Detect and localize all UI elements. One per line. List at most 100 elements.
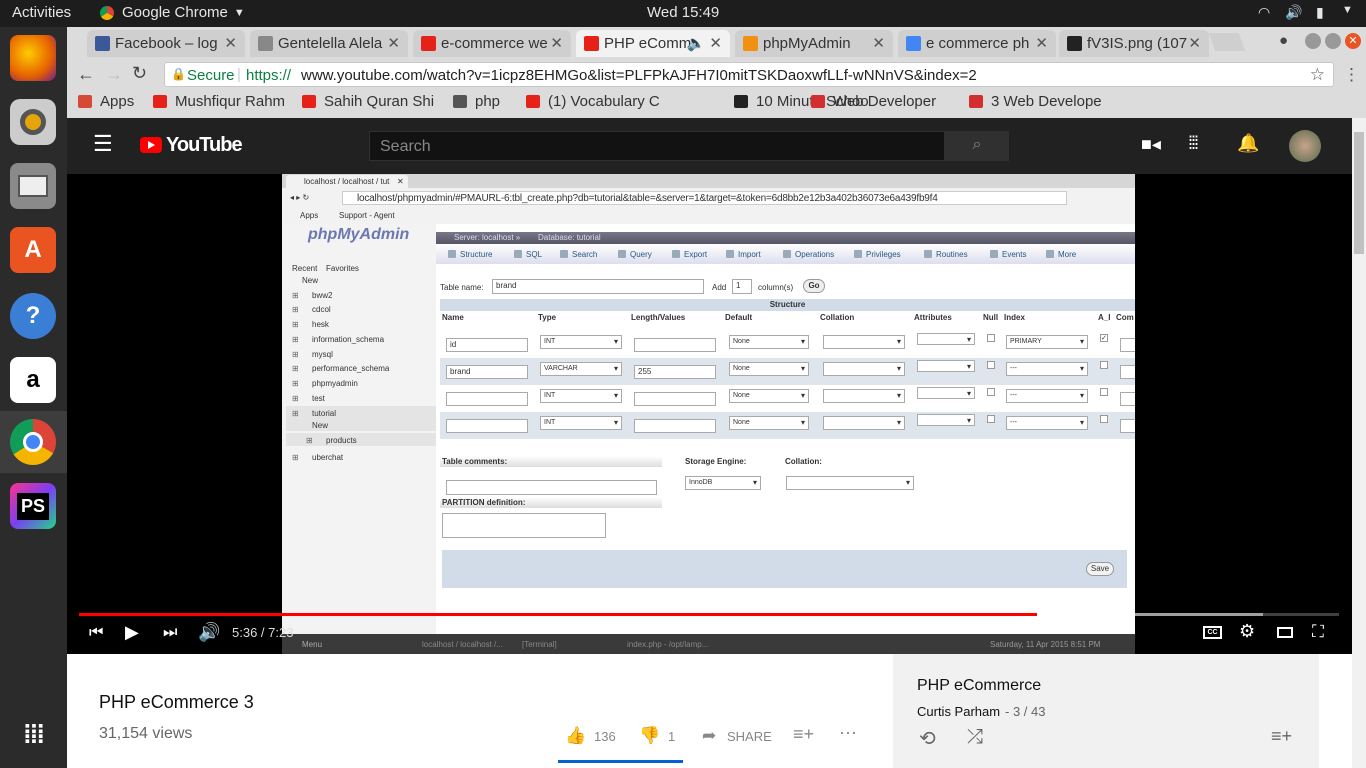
- pma-col-length-input[interactable]: [634, 419, 716, 433]
- search-button[interactable]: ⌕: [945, 131, 1009, 161]
- pma-menu-item[interactable]: Operations: [795, 250, 834, 259]
- chrome-menu-icon[interactable]: ⋮: [1343, 65, 1360, 85]
- pma-col-comment-input[interactable]: [1120, 365, 1135, 379]
- bookmark-2[interactable]: Sahih Quran Shi: [302, 93, 434, 110]
- theater-mode-icon[interactable]: [1277, 627, 1293, 638]
- bookmark-0[interactable]: Apps: [78, 93, 134, 110]
- playlist-author[interactable]: Curtis Parham: [917, 704, 1000, 719]
- pma-col-index-select[interactable]: ---: [1006, 389, 1088, 403]
- pma-null-checkbox[interactable]: [987, 388, 995, 396]
- bookmark-6[interactable]: Web Developer: [811, 93, 936, 110]
- add-to-playlist-icon[interactable]: ≡+: [793, 724, 814, 745]
- files-icon[interactable]: [10, 163, 56, 209]
- close-window-button[interactable]: ✕: [1345, 33, 1361, 49]
- pma-tree-item[interactable]: test: [312, 394, 325, 403]
- pma-tree-item[interactable]: uberchat: [312, 453, 343, 462]
- pma-engine-select[interactable]: InnoDB: [685, 476, 761, 490]
- tab-5[interactable]: e commerce ph ✕: [898, 30, 1056, 57]
- app-menu[interactable]: Google Chrome ▼: [100, 4, 245, 21]
- playlist-title[interactable]: PHP eCommerce: [917, 677, 1041, 695]
- tab-close-icon[interactable]: ✕: [224, 34, 237, 52]
- tab-close-icon[interactable]: 🔈 ✕: [687, 34, 722, 52]
- tab-close-icon[interactable]: ✕: [872, 34, 885, 52]
- pma-collation-select[interactable]: [786, 476, 914, 490]
- tab-4[interactable]: phpMyAdmin ✕: [735, 30, 893, 57]
- playlist-menu-icon[interactable]: ≡+: [1271, 726, 1292, 747]
- pma-tree-item[interactable]: information_schema: [312, 335, 384, 344]
- apps-grid-icon[interactable]: ⁞⁞⁞: [1188, 133, 1199, 154]
- pma-col-name-input[interactable]: id: [446, 338, 528, 352]
- profile-icon[interactable]: ●: [1279, 32, 1288, 49]
- captions-icon[interactable]: CC: [1203, 626, 1222, 639]
- firefox-icon[interactable]: [10, 35, 56, 81]
- pma-col-collation-select[interactable]: [823, 416, 905, 430]
- pma-tree-item[interactable]: New: [312, 421, 328, 430]
- pma-col-comment-input[interactable]: [1120, 419, 1135, 433]
- notifications-bell-icon[interactable]: 🔔: [1237, 133, 1259, 154]
- forward-icon[interactable]: →: [105, 64, 123, 85]
- pma-tree-item[interactable]: products: [326, 436, 357, 445]
- pma-col-length-input[interactable]: [634, 338, 716, 352]
- tab-close-icon[interactable]: ✕: [387, 34, 400, 52]
- pma-tree-expand-icon[interactable]: ⊞: [306, 436, 313, 445]
- tab-0[interactable]: Facebook – log ✕: [87, 30, 245, 57]
- bookmark-4[interactable]: (1) Vocabulary C: [526, 93, 660, 110]
- pma-col-attributes-select[interactable]: [917, 333, 975, 346]
- minimize-button[interactable]: [1305, 33, 1321, 49]
- show-apps-icon[interactable]: ⁞⁞⁞: [10, 711, 56, 757]
- pma-menu-item[interactable]: Export: [684, 250, 707, 259]
- share-icon[interactable]: ➦: [702, 726, 716, 746]
- avatar[interactable]: [1289, 130, 1321, 162]
- video-player[interactable]: localhost / localhost / tut ✕ ◂ ▸ ↻ loca…: [67, 174, 1352, 654]
- share-button[interactable]: SHARE: [727, 729, 772, 744]
- dislike-icon[interactable]: 👎: [639, 726, 660, 746]
- pma-ai-checkbox[interactable]: ✓: [1100, 334, 1108, 342]
- pma-table-comments-input[interactable]: [446, 480, 657, 495]
- pma-tree-expand-icon[interactable]: ⊞: [292, 453, 299, 462]
- pma-null-checkbox[interactable]: [987, 361, 995, 369]
- bookmark-star-icon[interactable]: ☆: [1310, 65, 1325, 85]
- pma-col-attributes-select[interactable]: [917, 414, 975, 427]
- pma-col-collation-select[interactable]: [823, 335, 905, 349]
- upload-video-icon[interactable]: ■◂: [1141, 134, 1161, 155]
- pma-col-comment-input[interactable]: [1120, 392, 1135, 406]
- help-icon[interactable]: ?: [10, 293, 56, 339]
- play-icon[interactable]: ▶: [125, 622, 139, 643]
- software-center-icon[interactable]: A: [10, 227, 56, 273]
- fullscreen-icon[interactable]: ⛶: [1312, 622, 1324, 642]
- pma-col-name-input[interactable]: brand: [446, 365, 528, 379]
- pma-tree-expand-icon[interactable]: ⊞: [292, 320, 299, 329]
- pma-tree-expand-icon[interactable]: ⊞: [292, 364, 299, 373]
- pma-menu-item[interactable]: Structure: [460, 250, 492, 259]
- clock[interactable]: Wed 15:49: [647, 4, 719, 21]
- bookmark-1[interactable]: Mushfiqur Rahm: [153, 93, 285, 110]
- tab-1[interactable]: Gentelella Alela ✕: [250, 30, 408, 57]
- back-icon[interactable]: ←: [77, 64, 95, 85]
- pma-save-button[interactable]: Save: [1086, 562, 1114, 576]
- tab-2[interactable]: e-commerce we ✕: [413, 30, 571, 57]
- pma-tree-expand-icon[interactable]: ⊞: [292, 379, 299, 388]
- pma-col-type-select[interactable]: VARCHAR: [540, 362, 622, 376]
- pma-col-collation-select[interactable]: [823, 362, 905, 376]
- pma-tree-item[interactable]: hesk: [312, 320, 329, 329]
- pma-col-type-select[interactable]: INT: [540, 389, 622, 403]
- pma-go-button[interactable]: Go: [803, 279, 825, 293]
- pma-null-checkbox[interactable]: [987, 415, 995, 423]
- pma-menu-item[interactable]: Query: [630, 250, 652, 259]
- pma-col-index-select[interactable]: PRIMARY: [1006, 335, 1088, 349]
- pma-menu-item[interactable]: Import: [738, 250, 761, 259]
- pma-col-attributes-select[interactable]: [917, 360, 975, 373]
- reload-icon[interactable]: ↻: [132, 63, 147, 84]
- pma-tree-expand-icon[interactable]: ⊞: [292, 394, 299, 403]
- pma-menu-item[interactable]: Search: [572, 250, 597, 259]
- bookmark-7[interactable]: 3 Web Develope: [969, 93, 1102, 110]
- previous-icon[interactable]: ⏮: [89, 624, 103, 642]
- loop-icon[interactable]: ⟲: [919, 726, 936, 751]
- address-bar[interactable]: 🔒 Secure | https:// www.youtube.com/watc…: [164, 62, 1334, 87]
- page-scrollbar[interactable]: [1352, 118, 1366, 768]
- pma-ai-checkbox[interactable]: [1100, 361, 1108, 369]
- pma-tree-item[interactable]: bww2: [312, 291, 332, 300]
- pma-col-length-input[interactable]: 255: [634, 365, 716, 379]
- pma-menu-item[interactable]: More: [1058, 250, 1076, 259]
- pma-add-count-input[interactable]: 1: [732, 279, 752, 294]
